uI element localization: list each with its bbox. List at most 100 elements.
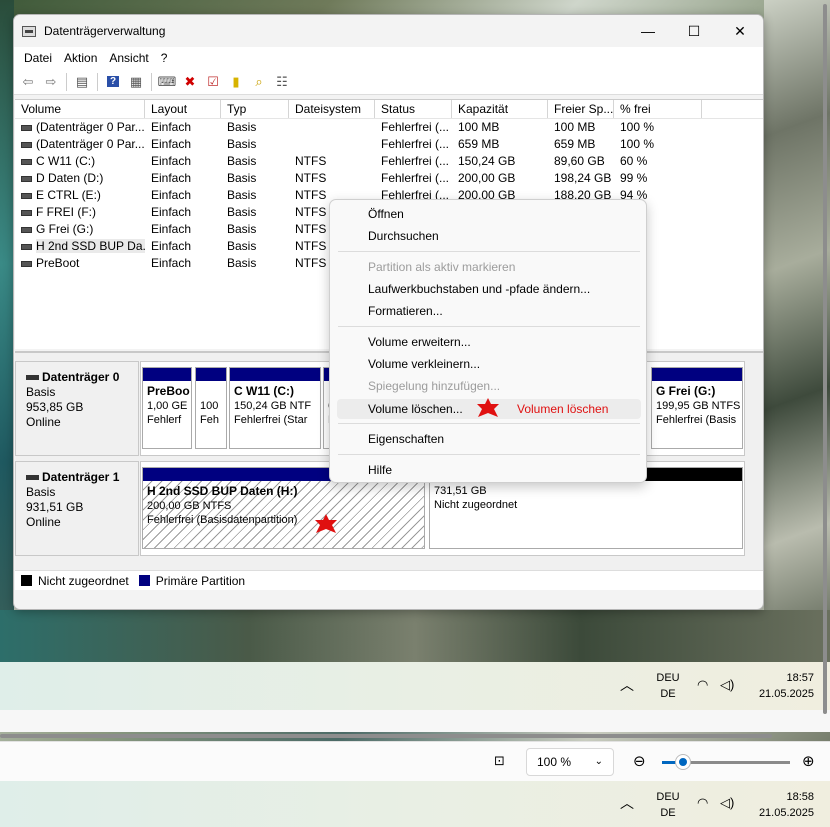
menu-ansicht[interactable]: Ansicht — [103, 51, 154, 65]
speaker-icon[interactable]: ◁) — [720, 795, 734, 811]
menu-item-laufwerkbuchstaben[interactable]: Laufwerkbuchstaben und -pfade ändern... — [368, 279, 590, 299]
disk-management-icon — [22, 25, 36, 37]
clock[interactable]: 18:58 21.05.2025 — [752, 789, 814, 821]
scrollbar-thumb[interactable] — [823, 4, 827, 714]
column-volume[interactable]: Volume — [15, 100, 145, 118]
menu-item-durchsuchen[interactable]: Durchsuchen — [368, 226, 439, 246]
disk-info[interactable]: Datenträger 1 Basis 931,51 GB Online — [15, 461, 139, 556]
back-icon[interactable]: ⇦ — [18, 72, 38, 92]
zoom-select[interactable]: 100 % ⌄ — [526, 748, 614, 776]
annotation-star-icon — [477, 398, 499, 417]
partition-block[interactable]: C W11 (C:) 150,24 GB NTF Fehlerfrei (Star — [229, 367, 321, 449]
scrollbar-thumb[interactable] — [0, 734, 772, 738]
clock-time: 18:58 — [786, 791, 814, 803]
language-indicator[interactable]: DEU DE — [650, 670, 686, 702]
menu-item-eigenschaften[interactable]: Eigenschaften — [368, 429, 444, 449]
volume-cell — [289, 119, 375, 136]
toolbar-separator — [97, 72, 98, 91]
menu-item-volume-verkleinern[interactable]: Volume verkleinern... — [368, 354, 480, 374]
volume-name: G Frei (G:) — [36, 222, 94, 236]
volume-row[interactable]: (Datenträger 0 Par... Einfach Basis Fehlerf… — [15, 119, 763, 136]
vertical-scrollbar[interactable] — [820, 0, 830, 740]
menu-help[interactable]: ? — [155, 51, 174, 65]
legend: Nicht zugeordnet Primäre Partition — [15, 570, 763, 590]
menu-item-oeffnen[interactable]: Öffnen — [368, 204, 404, 224]
volume-row[interactable]: D Daten (D:) Einfach Basis NTFS Fehlerfrei (… — [15, 170, 763, 187]
partition-bar — [652, 368, 742, 381]
zoom-slider[interactable] — [662, 755, 790, 769]
check-icon[interactable]: ☑ — [203, 72, 223, 92]
volume-cell: 200,00 GB — [458, 171, 516, 185]
clock[interactable]: 18:57 21.05.2025 — [752, 670, 814, 702]
chevron-up-icon[interactable]: ︿ — [620, 677, 634, 693]
menu-item-hilfe[interactable]: Hilfe — [368, 460, 392, 480]
delete-icon[interactable]: ✖ — [180, 72, 200, 92]
partition-status: Fehlerf — [147, 414, 182, 426]
disk-icon — [26, 475, 39, 481]
toolbar: ⇦ ⇨ ▤ ? ▦ ⌨ ✖ ☑ ▮ ⌕ ☷ — [14, 69, 763, 95]
volume-cell: Basis — [227, 205, 257, 219]
maximize-button[interactable]: ☐ — [671, 15, 717, 47]
partition-title: C W11 (C:) — [234, 384, 294, 398]
partition-block[interactable]: PreBoo 1,00 GE Fehlerf — [142, 367, 192, 449]
disk-info[interactable]: Datenträger 0 Basis 953,85 GB Online — [15, 361, 139, 456]
language-code: DEU — [656, 791, 680, 803]
partition-size: 731,51 GB — [434, 485, 487, 497]
volume-cell: G Frei (G:) — [15, 221, 145, 238]
forward-icon[interactable]: ⇨ — [41, 72, 61, 92]
volume-row[interactable]: C W11 (C:) Einfach Basis NTFS Fehlerfrei (..… — [15, 153, 763, 170]
speaker-icon[interactable]: ◁) — [720, 677, 734, 693]
partition-size: 200,00 GB NTFS — [147, 500, 232, 512]
menu-item-formatieren[interactable]: Formatieren... — [368, 301, 443, 321]
partition-status: Fehlerfrei (Basis — [656, 414, 737, 426]
connect-icon[interactable]: ⌨ — [157, 72, 177, 92]
volume-cell: 100 % — [620, 137, 655, 151]
volume-cell — [289, 136, 375, 153]
help-icon[interactable]: ? — [103, 72, 123, 92]
menu-item-volume-erweitern[interactable]: Volume erweitern... — [368, 332, 471, 352]
column-layout[interactable]: Layout — [145, 100, 221, 118]
fit-screen-icon[interactable]: ⊡ — [494, 753, 505, 769]
disk-name: Datenträger 1 — [42, 470, 120, 484]
zoom-out-icon[interactable]: ⊖ — [633, 752, 646, 770]
console-icon[interactable]: ▦ — [126, 72, 146, 92]
wifi-icon[interactable]: ◠ — [697, 795, 708, 811]
zoom-slider-knob[interactable] — [676, 755, 690, 769]
search-icon[interactable]: ⌕ — [249, 72, 269, 92]
partition-block[interactable]: 100 Feh — [195, 367, 227, 449]
menu-item-volume-loeschen[interactable]: Volume löschen... — [368, 399, 463, 419]
volume-cell: 89,60 GB — [554, 154, 605, 168]
volume-list-header: Volume Layout Typ Dateisystem Status Kap… — [15, 100, 763, 119]
close-button[interactable]: ✕ — [717, 15, 763, 47]
list-icon[interactable]: ☷ — [272, 72, 292, 92]
properties-icon[interactable]: ▤ — [72, 72, 92, 92]
menu-aktion[interactable]: Aktion — [58, 51, 103, 65]
zoom-in-icon[interactable]: ⊕ — [802, 752, 815, 770]
new-icon[interactable]: ▮ — [226, 72, 246, 92]
language-indicator[interactable]: DEU DE — [650, 789, 686, 821]
column-freier-speicher[interactable]: Freier Sp... — [548, 100, 614, 118]
volume-cell: NTFS — [295, 154, 327, 168]
volume-cell: C W11 (C:) — [15, 153, 145, 170]
minimize-button[interactable]: — — [625, 15, 671, 47]
column-status[interactable]: Status — [375, 100, 452, 118]
menu-separator — [338, 326, 640, 327]
partition-status: Fehlerfrei (Basisdatenpartition) — [147, 514, 298, 526]
volume-cell: Basis — [227, 137, 257, 151]
volume-row[interactable]: (Datenträger 0 Par... Einfach Basis Fehlerf… — [15, 136, 763, 153]
menu-datei[interactable]: Datei — [18, 51, 58, 65]
partition-title: PreBoo — [147, 384, 190, 398]
volume-cell: Basis — [227, 188, 257, 202]
wifi-icon[interactable]: ◠ — [697, 677, 708, 693]
column-prozent-frei[interactable]: % frei — [614, 100, 702, 118]
title-bar: Datenträgerverwaltung — ☐ ✕ — [14, 15, 763, 47]
column-typ[interactable]: Typ — [221, 100, 289, 118]
volume-cell: Einfach — [151, 137, 192, 151]
chevron-up-icon[interactable]: ︿ — [620, 795, 634, 811]
partition-block[interactable]: G Frei (G:) 199,95 GB NTFS Fehlerfrei (Bas… — [651, 367, 743, 449]
volume-cell: (Datenträger 0 Par... — [15, 119, 145, 136]
column-dateisystem[interactable]: Dateisystem — [289, 100, 375, 118]
volume-cell: Einfach — [151, 154, 192, 168]
horizontal-scrollbar[interactable] — [0, 732, 820, 740]
column-kapazitaet[interactable]: Kapazität — [452, 100, 548, 118]
